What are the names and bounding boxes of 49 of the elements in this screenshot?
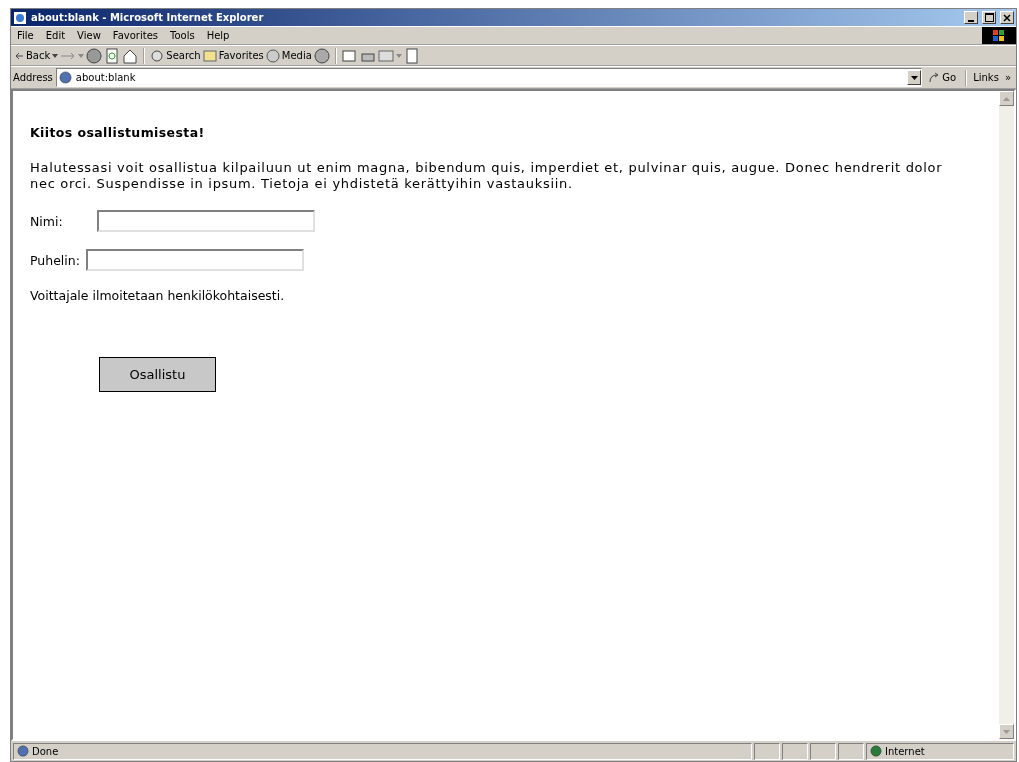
favorites-button[interactable]: Favorites bbox=[202, 46, 264, 65]
browser-icon bbox=[13, 10, 27, 25]
field-label: Nimi: bbox=[30, 213, 64, 229]
windows-logo bbox=[982, 27, 1016, 44]
page-icon bbox=[17, 745, 29, 757]
menu-item[interactable]: View bbox=[71, 27, 107, 44]
minimize-icon bbox=[968, 19, 974, 22]
scroll-down-button[interactable] bbox=[999, 724, 1014, 739]
note-text: Voittajale ilmoitetaan henkilökohtaisesti. bbox=[30, 288, 286, 303]
menu-item[interactable]: Tools bbox=[164, 27, 201, 44]
search-icon bbox=[150, 48, 165, 63]
scroll-up-button[interactable] bbox=[999, 91, 1014, 106]
caret-icon bbox=[910, 75, 918, 80]
status-pane: Done bbox=[13, 742, 752, 760]
home-icon[interactable] bbox=[122, 47, 139, 64]
document-icon[interactable] bbox=[403, 47, 420, 64]
address-field[interactable]: about:blank bbox=[55, 68, 923, 87]
submit-button[interactable]: Osallistu bbox=[99, 357, 216, 392]
field-label: Puhelin: bbox=[30, 252, 80, 268]
paragraph: Halutessasi voit osallistua kilpailuun ut enim magna, bibendum quis, imperdiet et, pulvinar quis, augue. Donec hendrerit dolor nec orci. Suspendisse in ipsum. Tietoja ei yhdistetä kerättyihin vastauksiin. bbox=[30, 160, 944, 192]
go-arrow-icon bbox=[928, 71, 941, 84]
search-button[interactable]: Search bbox=[150, 46, 201, 65]
menu-item[interactable]: File bbox=[11, 27, 40, 44]
dropdown-button[interactable] bbox=[907, 70, 922, 85]
media-button[interactable]: Media bbox=[265, 46, 312, 65]
menu-item[interactable]: Edit bbox=[39, 27, 72, 44]
back-arrow-icon bbox=[14, 50, 24, 61]
zone-pane: Internet bbox=[866, 742, 1014, 760]
input-field[interactable] bbox=[97, 210, 315, 232]
maximize-button[interactable] bbox=[982, 11, 996, 24]
menu-item[interactable]: Favorites bbox=[106, 27, 164, 44]
media-icon bbox=[265, 48, 280, 63]
menu-item[interactable]: Help bbox=[200, 27, 236, 44]
input-field[interactable] bbox=[85, 249, 304, 271]
dropdown-arrow-icon[interactable] bbox=[52, 53, 59, 58]
folder-icon bbox=[202, 48, 217, 63]
page-icon bbox=[58, 71, 72, 84]
up-arrow-icon bbox=[1003, 96, 1010, 101]
links-label[interactable]: Links bbox=[973, 72, 999, 83]
window-title: about:blank - Microsoft Internet Explorer bbox=[31, 12, 265, 23]
minimize-button[interactable] bbox=[964, 11, 978, 24]
heading: Kiitos osallistumisesta! bbox=[30, 125, 206, 140]
mail-icon[interactable] bbox=[341, 47, 358, 64]
close-button[interactable] bbox=[1000, 11, 1014, 24]
back-button[interactable]: Back bbox=[14, 46, 51, 65]
down-arrow-icon bbox=[1003, 729, 1010, 734]
more-chevron[interactable]: » bbox=[1001, 72, 1014, 83]
address-label: Address bbox=[13, 72, 53, 83]
go-button[interactable]: Go bbox=[925, 68, 960, 87]
